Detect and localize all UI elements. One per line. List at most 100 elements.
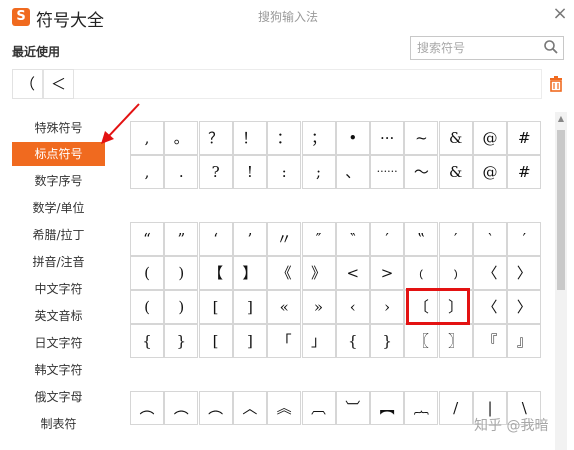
symbol-cell[interactable]: . [164, 155, 199, 189]
symbol-cell[interactable]: ) [164, 256, 199, 290]
symbol-cell[interactable]: ？ [198, 121, 233, 155]
symbol-cell[interactable]: ： [267, 121, 302, 155]
symbol-cell[interactable]: 。 [164, 121, 199, 155]
symbol-cell[interactable]: [ [198, 324, 233, 358]
symbol-cell[interactable]: [ [198, 290, 233, 324]
sidebar-item[interactable]: 标点符号 [12, 142, 105, 166]
symbol-cell[interactable]: & [438, 155, 473, 189]
symbol-cell[interactable]: ( [130, 256, 164, 290]
symbol-cell[interactable]: 〈 [473, 256, 507, 290]
symbol-cell[interactable]: 【 [198, 256, 233, 290]
symbol-cell[interactable]: 》 [301, 256, 336, 290]
symbol-cell[interactable]: 、 [335, 155, 370, 189]
symbol-cell[interactable]: ︵ [198, 391, 233, 425]
symbol-cell[interactable]: ‘ [198, 222, 233, 256]
sidebar-item[interactable]: 数学/单位 [12, 196, 105, 220]
search-box[interactable] [410, 36, 564, 60]
symbol-cell[interactable]: / [438, 391, 473, 425]
sidebar-item[interactable]: 制表符 [12, 412, 105, 436]
symbol-cell[interactable]: 〉 [507, 256, 542, 290]
symbol-cell[interactable]: ︿ [232, 391, 267, 425]
symbol-cell[interactable]: : [267, 155, 302, 189]
symbol-cell[interactable]: # [507, 155, 542, 189]
sidebar-item[interactable]: 数字序号 [12, 169, 105, 193]
symbol-cell[interactable]: ﹙ [404, 256, 439, 290]
sidebar-item[interactable]: 希腊/拉丁 [12, 223, 105, 247]
symbol-cell[interactable]: ] [232, 290, 267, 324]
symbol-cell[interactable]: 』 [507, 324, 542, 358]
symbol-cell[interactable]: } [164, 324, 199, 358]
symbol-cell[interactable]: 「 [267, 324, 302, 358]
symbol-cell[interactable]: ﹚ [438, 256, 473, 290]
scrollbar-thumb[interactable] [557, 130, 565, 290]
search-input[interactable] [417, 40, 537, 56]
symbol-cell[interactable]: ″ [301, 222, 336, 256]
sidebar-item[interactable]: 韩文字符 [12, 358, 105, 382]
symbol-cell[interactable]: ; [301, 155, 336, 189]
recent-symbol[interactable]: ＜ [43, 69, 74, 99]
symbol-cell[interactable]: ’ [232, 222, 267, 256]
symbol-cell[interactable]: } [370, 324, 405, 358]
symbol-cell[interactable]: ‶ [335, 222, 370, 256]
symbol-cell[interactable]: > [370, 256, 405, 290]
symbol-cell[interactable]: ) [164, 290, 199, 324]
sidebar-item[interactable]: 特殊符号 [12, 116, 105, 140]
symbol-cell[interactable]: # [507, 121, 542, 155]
symbol-cell[interactable]: @ [473, 155, 507, 189]
symbol-cell[interactable]: ······ [370, 155, 405, 189]
symbol-cell[interactable]: ] [232, 324, 267, 358]
symbol-cell[interactable]: ~ [404, 121, 439, 155]
sidebar-item[interactable]: 俄文字母 [12, 385, 105, 409]
symbol-cell[interactable]: 〉 [507, 290, 542, 324]
symbol-cell[interactable]: 〖 [404, 324, 439, 358]
symbol-cell[interactable]: ‟ [404, 222, 439, 256]
symbol-cell[interactable]: @ [473, 121, 507, 155]
symbol-cell[interactable]: , [130, 121, 164, 155]
symbol-cell[interactable]: ～ [404, 155, 439, 189]
symbol-cell[interactable]: { [335, 324, 370, 358]
symbol-cell[interactable]: 〈 [473, 290, 507, 324]
symbol-cell[interactable]: 『 [473, 324, 507, 358]
sidebar-item[interactable]: 拼音/注音 [12, 250, 105, 274]
symbol-cell[interactable]: ′ [438, 222, 473, 256]
symbol-cell[interactable]: ? [198, 155, 233, 189]
symbol-cell[interactable]: 」 [301, 324, 336, 358]
symbol-cell[interactable]: ︵ [164, 391, 199, 425]
recent-symbol[interactable]: （ [12, 69, 43, 99]
symbol-cell[interactable]: ； [301, 121, 336, 155]
symbol-cell[interactable]: “ [130, 222, 164, 256]
sidebar-item[interactable]: 中文字符 [12, 277, 105, 301]
symbol-cell[interactable]: « [267, 290, 302, 324]
symbol-cell[interactable]: ！ [232, 121, 267, 155]
symbol-cell[interactable]: , [130, 155, 164, 189]
symbol-cell[interactable]: ” [164, 222, 199, 256]
symbol-cell[interactable]: » [301, 290, 336, 324]
symbol-cell[interactable]: 】 [232, 256, 267, 290]
search-icon[interactable] [543, 39, 559, 59]
symbol-cell[interactable]: • [335, 121, 370, 155]
symbol-cell[interactable]: ‹ [335, 290, 370, 324]
symbol-cell[interactable]: 〗 [438, 324, 473, 358]
sidebar-item[interactable]: 日文字符 [12, 331, 105, 355]
symbol-cell[interactable]: < [335, 256, 370, 290]
symbol-cell[interactable]: ︵ [130, 391, 164, 425]
symbol-cell[interactable]: 〃 [267, 222, 302, 256]
symbol-cell[interactable]: 《 [267, 256, 302, 290]
symbol-cell[interactable]: ! [232, 155, 267, 189]
symbol-cell[interactable]: › [370, 290, 405, 324]
symbol-cell[interactable]: ′ [370, 222, 405, 256]
symbol-cell[interactable]: ··· [370, 121, 405, 155]
symbol-cell[interactable]: ︽ [267, 391, 302, 425]
symbol-cell[interactable]: ( [130, 290, 164, 324]
symbol-cell[interactable]: ‵ [473, 222, 507, 256]
symbol-cell[interactable]: ︺ [335, 391, 370, 425]
symbol-cell[interactable]: ′ [507, 222, 542, 256]
symbol-cell[interactable]: ︹ [301, 391, 336, 425]
symbol-cell[interactable]: ︻ [370, 391, 405, 425]
sidebar-item[interactable]: 英文音标 [12, 304, 105, 328]
close-button[interactable]: × [550, 3, 570, 24]
symbol-cell[interactable]: ︷ [404, 391, 439, 425]
symbol-cell[interactable]: & [438, 121, 473, 155]
symbol-cell[interactable]: { [130, 324, 164, 358]
scroll-up-icon[interactable]: ▲ [555, 112, 567, 126]
